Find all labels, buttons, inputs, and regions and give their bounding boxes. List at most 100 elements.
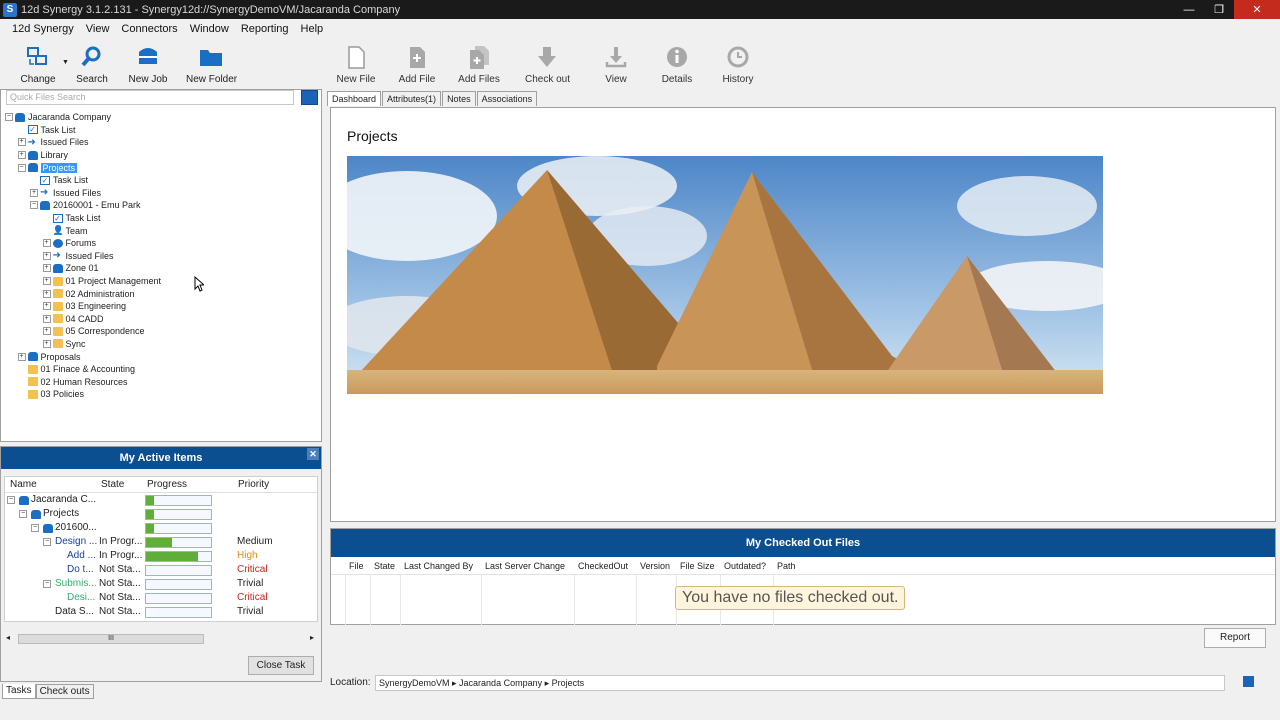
expand-toggle-icon[interactable]: + [42,239,51,248]
col-last-server-change[interactable]: Last Server Change [485,561,565,571]
close-task-button[interactable]: Close Task [248,656,314,675]
tree-node[interactable]: 👤 Team [5,224,319,237]
add-file-button[interactable]: Add File [396,43,438,85]
report-button[interactable]: Report [1204,628,1266,648]
expand-toggle-icon[interactable]: + [17,151,26,160]
menu-window[interactable]: Window [184,23,235,35]
expand-toggle-icon[interactable]: − [5,113,13,122]
col-path[interactable]: Path [777,561,796,571]
quick-search-input[interactable]: Quick Files Search [6,90,294,105]
expand-toggle-icon[interactable]: + [17,138,26,147]
add-files-button[interactable]: Add Files [457,43,501,85]
expand-toggle-icon[interactable]: − [30,201,38,210]
location-dropdown-button[interactable] [1243,676,1254,687]
expand-toggle-icon[interactable]: − [31,524,39,532]
new-folder-button[interactable]: New Folder [186,43,237,85]
expand-toggle-icon[interactable]: + [42,302,51,311]
menu-reporting[interactable]: Reporting [235,23,295,35]
menu-12d-synergy[interactable]: 12d Synergy [6,23,80,35]
menu-view[interactable]: View [80,23,116,35]
col-outdated[interactable]: Outdated? [724,561,766,571]
expand-toggle-icon[interactable]: − [7,496,15,504]
change-button[interactable]: Change [18,43,58,85]
expand-toggle-icon[interactable]: + [42,251,51,260]
active-item-row[interactable]: Data S... Not Sta... Trivial [5,605,317,619]
tree-node[interactable]: 02 Human Resources [5,375,319,388]
active-item-row[interactable]: − Jacaranda C... [5,493,317,507]
expand-toggle-icon[interactable]: − [43,538,51,546]
search-button[interactable]: Search [72,43,112,85]
expand-toggle-icon[interactable]: + [42,289,51,298]
check-out-button[interactable]: Check out [525,43,570,85]
history-button[interactable]: History [718,43,758,85]
col-file-size[interactable]: File Size [680,561,715,571]
tree-node[interactable]: +01 Project Management [5,275,319,288]
new-job-button[interactable]: New Job [126,43,170,85]
tree-node[interactable]: +04 CADD [5,313,319,326]
col-version[interactable]: Version [640,561,670,571]
scroll-left-icon[interactable]: ◂ [6,633,10,642]
tree-node[interactable]: +03 Engineering [5,300,319,313]
tab-dashboard[interactable]: Dashboard [327,91,382,106]
menu-help[interactable]: Help [295,23,330,35]
col-priority[interactable]: Priority [238,479,269,490]
active-item-row[interactable]: Desi... Not Sta... Critical [5,591,317,605]
expand-toggle-icon[interactable]: + [17,352,26,361]
tab-notes[interactable]: Notes [442,91,476,106]
tree-node[interactable]: +05 Correspondence [5,325,319,338]
active-item-row[interactable]: Add ... In Progr... High [5,549,317,563]
col-last-changed-by[interactable]: Last Changed By [404,561,473,571]
tab-check-outs[interactable]: Check outs [35,684,94,699]
tab-tasks[interactable]: Tasks [2,684,36,699]
active-item-row[interactable]: − Submis... Not Sta... Trivial [5,577,317,591]
tree-node[interactable]: − Projects [5,161,319,174]
tab-attributes[interactable]: Attributes(1) [382,91,442,106]
active-item-row[interactable]: − Projects [5,507,317,521]
col-state[interactable]: State [101,479,124,490]
minimize-button[interactable]: — [1174,0,1204,19]
active-item-row[interactable]: − Design ... In Progr... Medium [5,535,317,549]
tree-node[interactable]: 03 Policies [5,388,319,401]
change-dropdown-icon[interactable]: ▼ [62,59,69,66]
tree-node[interactable]: + ➜ Issued Files [5,187,319,200]
details-button[interactable]: Details [657,43,697,85]
tree-node[interactable]: ✓ Task List [5,212,319,225]
location-field[interactable]: SynergyDemoVM ▸ Jacaranda Company ▸ Proj… [375,675,1225,691]
tree-node[interactable]: + Forums [5,237,319,250]
col-checkedout[interactable]: CheckedOut [578,561,628,571]
tree-node[interactable]: + ➜ Issued Files [5,136,319,149]
tree-node[interactable]: + ➜ Issued Files [5,250,319,263]
tree-node[interactable]: ✓ Task List [5,124,319,137]
active-item-row[interactable]: Do t... Not Sta... Critical [5,563,317,577]
expand-toggle-icon[interactable]: + [42,264,51,273]
scroll-right-icon[interactable]: ▸ [310,633,314,642]
tree-node[interactable]: − Jacaranda Company [5,111,319,124]
col-progress[interactable]: Progress [147,479,187,490]
expand-toggle-icon[interactable]: + [42,327,51,336]
active-item-row[interactable]: − 201600... [5,521,317,535]
col-file[interactable]: File [349,561,364,571]
tree-node[interactable]: − 20160001 - Emu Park [5,199,319,212]
expand-toggle-icon[interactable]: + [30,188,38,197]
expand-toggle-icon[interactable]: − [17,163,26,172]
scroll-thumb[interactable]: III [18,634,204,644]
col-name[interactable]: Name [10,479,37,490]
col-state[interactable]: State [374,561,395,571]
expand-toggle-icon[interactable]: + [42,277,51,286]
menu-connectors[interactable]: Connectors [115,23,183,35]
tab-associations[interactable]: Associations [476,91,538,106]
expand-toggle-icon[interactable]: − [19,510,27,518]
tree-node[interactable]: + Library [5,149,319,162]
expand-toggle-icon[interactable]: + [42,314,51,323]
tree-node[interactable]: ✓ Task List [5,174,319,187]
active-items-hscroll[interactable]: ◂ III ▸ [4,633,316,645]
expand-toggle-icon[interactable]: + [42,339,51,348]
quick-search-button[interactable] [301,90,318,105]
view-button[interactable]: View [596,43,636,85]
tree-node[interactable]: +02 Administration [5,287,319,300]
close-active-items-button[interactable]: ✕ [307,448,319,460]
tree-node[interactable]: + Proposals [5,350,319,363]
new-file-button[interactable]: New File [336,43,376,85]
tree-node[interactable]: 01 Finace & Accounting [5,363,319,376]
tree-node[interactable]: + Sync [5,338,319,351]
